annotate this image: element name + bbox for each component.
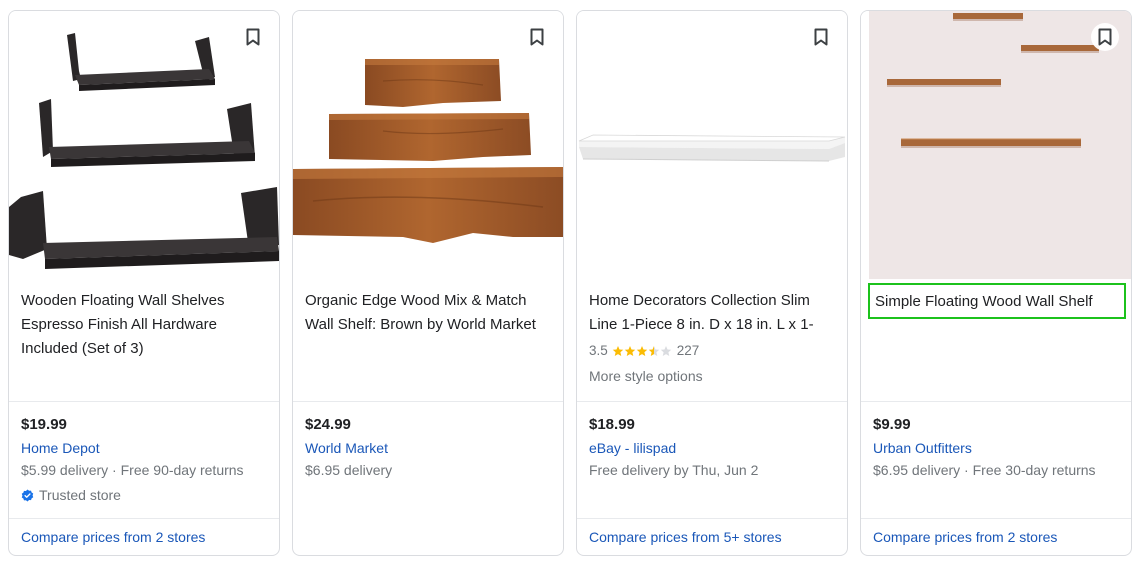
bookmark-icon[interactable] [807, 23, 835, 51]
divider [9, 518, 279, 519]
store-link[interactable]: eBay - lilispad [589, 440, 676, 456]
bookmark-icon[interactable] [523, 23, 551, 51]
store-link[interactable]: Home Depot [21, 440, 100, 456]
product-title[interactable]: Wooden Floating Wall Shelves Espresso Fi… [21, 289, 267, 361]
product-price: $24.99 [305, 416, 351, 433]
product-card[interactable]: Wooden Floating Wall Shelves Espresso Fi… [8, 10, 280, 556]
product-card[interactable]: Simple Floating Wood Wall Shelf $9.99 Ur… [860, 10, 1132, 556]
product-price: $18.99 [589, 416, 635, 433]
star-icon [624, 345, 636, 356]
bookmark-icon[interactable] [239, 23, 267, 51]
delivery-info: Free delivery by Thu, Jun 2 [589, 462, 759, 478]
product-price: $19.99 [21, 416, 67, 433]
product-rating: 3.5 227 [589, 343, 699, 358]
product-image[interactable] [577, 11, 847, 279]
product-card[interactable]: Home Decorators Collection Slim Line 1-P… [576, 10, 848, 556]
product-image[interactable] [861, 11, 1131, 279]
bookmark-icon[interactable] [1091, 23, 1119, 51]
trusted-store-badge: Trusted store [21, 487, 121, 503]
compare-prices-link[interactable]: Compare prices from 2 stores [21, 529, 205, 545]
store-link[interactable]: World Market [305, 440, 388, 456]
product-title[interactable]: Organic Edge Wood Mix & Match Wall Shelf… [305, 289, 551, 337]
divider [293, 401, 563, 402]
product-title[interactable]: Home Decorators Collection Slim Line 1-P… [589, 289, 835, 337]
style-options: More style options [589, 368, 703, 384]
divider [861, 518, 1131, 519]
trusted-store-label: Trusted store [39, 487, 121, 503]
divider [9, 401, 279, 402]
compare-prices-link[interactable]: Compare prices from 5+ stores [589, 529, 782, 545]
review-count: 227 [676, 343, 700, 358]
half-star-icon [648, 345, 660, 356]
product-price: $9.99 [873, 416, 911, 433]
divider [861, 401, 1131, 402]
delivery-info: $6.95 delivery · Free 30-day returns [873, 462, 1096, 478]
empty-star-icon [660, 345, 672, 356]
star-icon [636, 345, 648, 356]
product-image[interactable] [293, 11, 563, 279]
store-link[interactable]: Urban Outfitters [873, 440, 972, 456]
verified-check-icon [21, 489, 34, 502]
star-rating [612, 345, 672, 357]
divider [577, 518, 847, 519]
compare-prices-link[interactable]: Compare prices from 2 stores [873, 529, 1057, 545]
product-card[interactable]: Organic Edge Wood Mix & Match Wall Shelf… [292, 10, 564, 556]
rating-value: 3.5 [589, 343, 608, 358]
delivery-info: $5.99 delivery · Free 90-day returns [21, 462, 244, 478]
product-image[interactable] [9, 11, 279, 279]
divider [577, 401, 847, 402]
product-title[interactable]: Simple Floating Wood Wall Shelf [868, 283, 1126, 319]
star-icon [612, 345, 624, 356]
delivery-info: $6.95 delivery [305, 462, 393, 478]
